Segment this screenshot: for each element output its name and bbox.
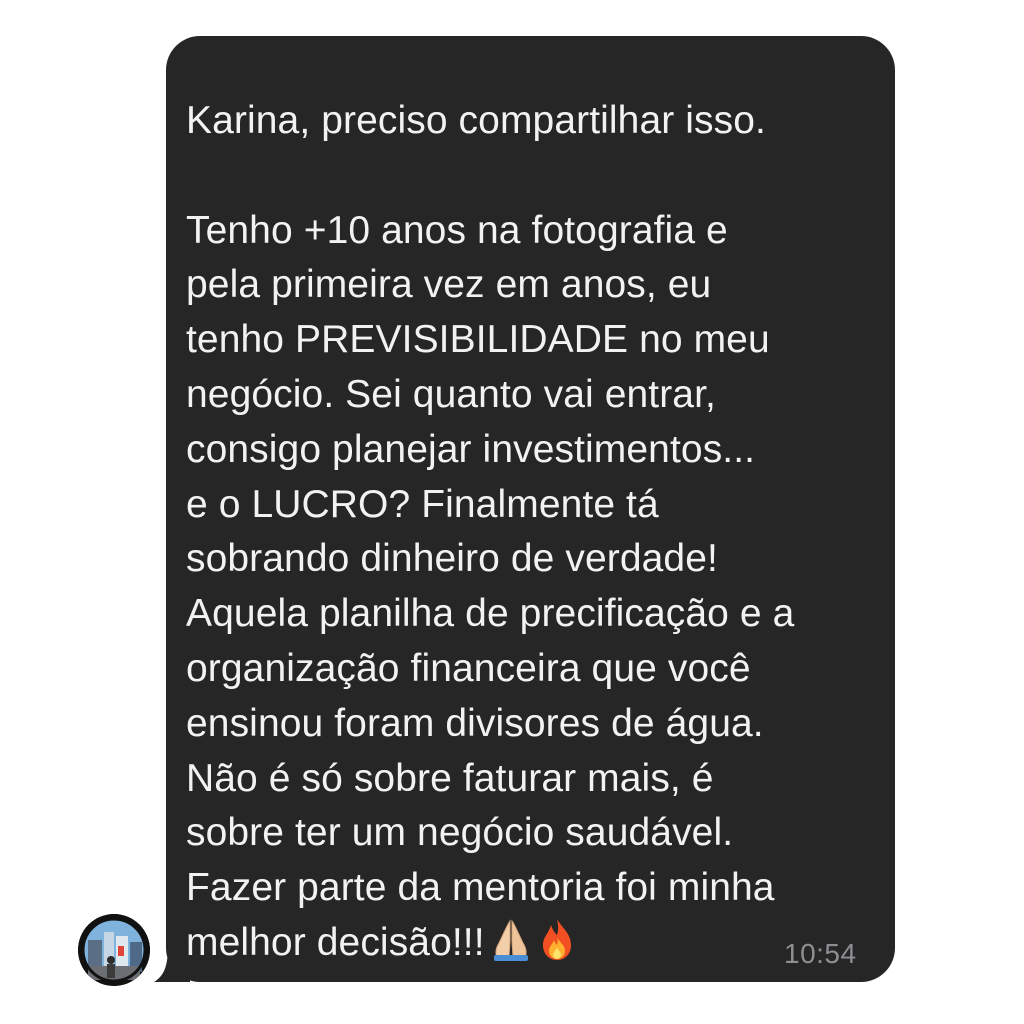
avatar-photo xyxy=(78,914,150,986)
message-text: Karina, preciso compartilhar isso. Tenho … xyxy=(186,94,886,971)
message-line: organização financeira que você xyxy=(186,646,751,690)
fire-icon xyxy=(542,918,571,960)
message-line: consigo planejar investimentos... xyxy=(186,427,756,471)
message-line: ensinou foram divisores de água. xyxy=(186,701,764,745)
avatar[interactable] xyxy=(78,914,150,986)
message-line-last: melhor decisão!!! xyxy=(186,916,886,971)
message-timestamp: 10:54 xyxy=(784,938,857,969)
folded-hands-icon xyxy=(493,919,528,961)
message-line: sobre ter um negócio saudável. xyxy=(186,811,734,855)
message-line: negócio. Sei quanto vai entrar, xyxy=(186,372,716,416)
message-line: Aquela planilha de precificação e a xyxy=(186,592,795,636)
message-line: pela primeira vez em anos, eu xyxy=(186,263,712,307)
message-line: Karina, preciso compartilhar isso. xyxy=(186,99,766,142)
message-line: Tenho +10 anos na fotografia e xyxy=(186,208,728,252)
chat-screen: Karina, preciso compartilhar isso. Tenho … xyxy=(0,0,1024,1024)
message-line: sobrando dinheiro de verdade! xyxy=(186,537,718,581)
message-line-text: melhor decisão!!! xyxy=(186,920,485,964)
message-line: Não é só sobre faturar mais, é xyxy=(186,756,714,800)
message-line: Fazer parte da mentoria foi minha xyxy=(186,866,775,910)
message-line: e o LUCRO? Finalmente tá xyxy=(186,482,659,526)
message-line: tenho PREVISIBILIDADE no meu xyxy=(186,318,770,362)
